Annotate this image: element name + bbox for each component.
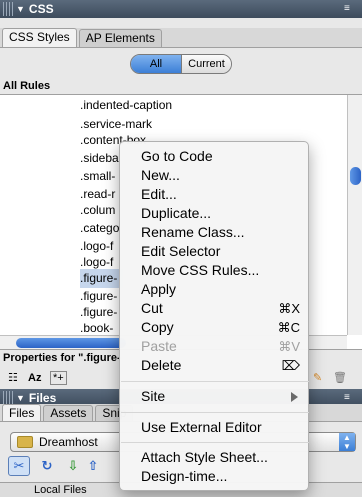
- connect-icon[interactable]: ✂: [8, 456, 30, 476]
- shortcut-label: ⌘V: [278, 339, 300, 354]
- trash-icon[interactable]: 🗑: [333, 370, 347, 386]
- folder-icon: [17, 436, 33, 448]
- tab-css-styles[interactable]: CSS Styles: [2, 28, 77, 47]
- mode-segmented-control: All Current: [130, 54, 232, 74]
- rule-item[interactable]: .colum: [80, 201, 115, 220]
- menu-item-label: Copy: [141, 319, 174, 335]
- menu-item-label: New...: [141, 167, 180, 183]
- menu-item-site[interactable]: Site: [120, 387, 310, 406]
- dropdown-arrows-icon[interactable]: ▲ ▼: [339, 433, 355, 451]
- menu-item-label: Attach Style Sheet...: [141, 449, 268, 465]
- dreamweaver-panels: ▼ CSS ≡ CSS Styles AP Elements All Curre…: [0, 0, 362, 497]
- menu-item-label: Cut: [141, 300, 163, 316]
- panel-grip-icon[interactable]: [3, 391, 13, 405]
- menu-item-new[interactable]: New...: [120, 166, 310, 185]
- menu-item-label: Apply: [141, 281, 177, 297]
- tab-files[interactable]: Files: [2, 404, 42, 421]
- site-name: Dreamhost: [39, 435, 98, 449]
- rule-item[interactable]: .small-: [80, 167, 115, 186]
- menu-item-label: Delete: [141, 357, 182, 373]
- css-panel-title: CSS: [28, 2, 54, 16]
- mode-toggle-area: All Current: [0, 48, 362, 78]
- menu-item-go-to-code[interactable]: Go to Code: [120, 147, 310, 166]
- edit-style-icon[interactable]: ✎: [313, 370, 322, 386]
- files-panel-title: Files: [28, 391, 57, 405]
- menu-separator: [121, 412, 309, 413]
- all-mode-button[interactable]: All: [131, 55, 181, 73]
- menu-item-label: Rename Class...: [141, 224, 245, 240]
- rule-item[interactable]: .sideba: [80, 149, 119, 168]
- rule-item[interactable]: .indented-caption: [80, 96, 172, 115]
- menu-item-duplicate[interactable]: Duplicate...: [120, 204, 310, 223]
- collapse-triangle-icon[interactable]: ▼: [16, 4, 25, 14]
- current-mode-button[interactable]: Current: [181, 55, 231, 73]
- alphabetical-view-icon[interactable]: Az: [28, 370, 41, 386]
- menu-item-edit-selector[interactable]: Edit Selector: [120, 242, 310, 261]
- menu-item-copy[interactable]: Copy ⌘C: [120, 318, 310, 337]
- menu-item-label: Edit Selector: [141, 243, 221, 259]
- menu-item-attach-style-sheet[interactable]: Attach Style Sheet...: [120, 448, 310, 467]
- menu-item-move-css-rules[interactable]: Move CSS Rules...: [120, 261, 310, 280]
- refresh-icon[interactable]: ↻: [36, 456, 58, 476]
- css-panel-tabs: CSS Styles AP Elements: [0, 28, 362, 48]
- menu-item-rename-class[interactable]: Rename Class...: [120, 223, 310, 242]
- shortcut-label: ⌘X: [278, 301, 300, 316]
- menu-separator: [121, 381, 309, 382]
- menu-item-label: Edit...: [141, 186, 177, 202]
- menu-item-label: Duplicate...: [141, 205, 212, 221]
- menu-separator: [121, 442, 309, 443]
- menu-item-cut[interactable]: Cut ⌘X: [120, 299, 310, 318]
- css-panel-header[interactable]: ▼ CSS ≡: [0, 0, 362, 18]
- set-properties-view-icon[interactable]: *+: [50, 371, 67, 385]
- menu-item-use-external-editor[interactable]: Use External Editor: [120, 418, 310, 437]
- menu-item-design-time[interactable]: Design-time...: [120, 467, 310, 486]
- delete-key-icon: ⌦: [281, 358, 300, 373]
- panel-grip-icon[interactable]: [3, 2, 13, 16]
- all-rules-label: All Rules: [3, 80, 51, 92]
- menu-item-edit[interactable]: Edit...: [120, 185, 310, 204]
- tab-assets[interactable]: Assets: [43, 405, 94, 421]
- menu-item-label: Use External Editor: [141, 419, 262, 435]
- panel-options-icon[interactable]: ≡: [344, 3, 356, 15]
- menu-item-paste: Paste ⌘V: [120, 337, 310, 356]
- rule-item[interactable]: .catego: [80, 219, 119, 238]
- shortcut-label: ⌘C: [277, 320, 300, 335]
- menu-item-delete[interactable]: Delete ⌦: [120, 356, 310, 375]
- submenu-arrow-icon: [291, 392, 298, 402]
- menu-item-label: Design-time...: [141, 468, 228, 484]
- panel-options-icon[interactable]: ≡: [344, 392, 356, 404]
- collapse-triangle-icon[interactable]: ▼: [16, 393, 25, 403]
- tab-ap-elements[interactable]: AP Elements: [78, 29, 162, 47]
- rule-item-selected[interactable]: .figure-: [80, 269, 124, 288]
- vertical-scroll-thumb[interactable]: [350, 167, 361, 185]
- menu-item-label: Go to Code: [141, 148, 213, 164]
- menu-item-apply[interactable]: Apply: [120, 280, 310, 299]
- horizontal-scroll-thumb[interactable]: [16, 338, 126, 348]
- get-files-icon[interactable]: ⇩: [62, 456, 84, 476]
- menu-item-label: Site: [141, 388, 166, 404]
- category-view-icon[interactable]: ☷: [8, 370, 18, 386]
- menu-item-label: Paste: [141, 338, 177, 354]
- menu-item-label: Move CSS Rules...: [141, 262, 260, 278]
- context-menu: Go to Code New... Edit... Duplicate... R…: [119, 141, 309, 491]
- rules-vertical-scrollbar[interactable]: [347, 95, 362, 335]
- put-files-icon[interactable]: ⇧: [82, 456, 104, 476]
- properties-label: Properties for ".figure-: [3, 352, 121, 364]
